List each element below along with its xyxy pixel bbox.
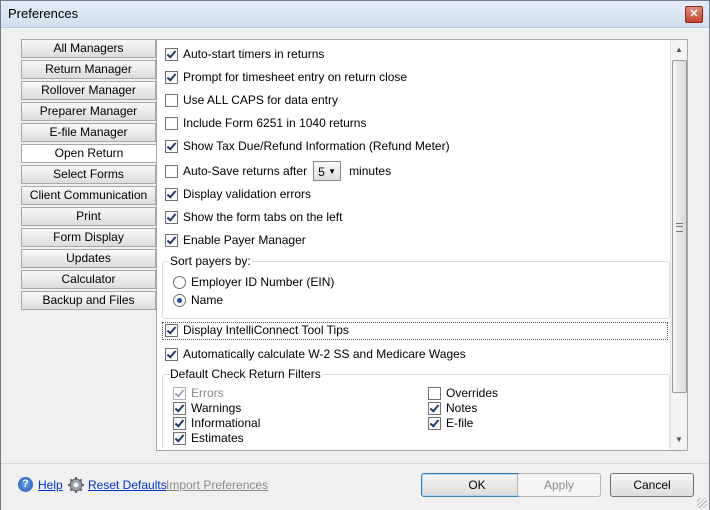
help-icon[interactable]: ? [18, 477, 33, 492]
nav-item-return-manager[interactable]: Return Manager [21, 60, 156, 79]
preferences-nav: All Managers Return Manager Rollover Man… [21, 39, 157, 312]
validation-errors-checkbox[interactable] [165, 187, 178, 201]
close-button[interactable]: ✕ [685, 6, 703, 23]
ein-radio[interactable] [173, 275, 186, 289]
notes-checkbox[interactable] [428, 401, 441, 415]
auto-save-checkbox[interactable] [165, 164, 178, 178]
informational-label: Informational [191, 416, 261, 430]
nav-item-print[interactable]: Print [21, 207, 156, 226]
errors-checkbox [173, 386, 186, 400]
form-6251-label: Include Form 6251 in 1040 returns [183, 116, 367, 130]
form-tabs-left-checkbox[interactable] [165, 210, 178, 224]
chevron-down-icon: ▼ [328, 167, 337, 176]
nav-item-client-communication[interactable]: Client Communication [21, 186, 156, 205]
form-6251-checkbox[interactable] [165, 116, 178, 130]
sort-payers-title: Sort payers by: [169, 254, 252, 268]
auto-start-timers-label: Auto-start timers in returns [183, 47, 325, 61]
option-form-tabs-left[interactable]: Show the form tabs on the left [165, 208, 342, 226]
name-radio[interactable] [173, 293, 186, 307]
validation-errors-label: Display validation errors [183, 187, 312, 201]
apply-button: Apply [517, 473, 601, 497]
warnings-checkbox[interactable] [173, 401, 186, 415]
intelliconnect-tips-label: Display IntelliConnect Tool Tips [183, 323, 349, 337]
refund-meter-checkbox[interactable] [165, 139, 178, 153]
intelliconnect-tips-checkbox[interactable] [165, 323, 178, 337]
sort-option-name[interactable]: Name [173, 291, 223, 309]
prompt-timesheet-checkbox[interactable] [165, 70, 178, 84]
help-link[interactable]: Help [38, 478, 63, 492]
all-caps-checkbox[interactable] [165, 93, 178, 107]
cancel-button[interactable]: Cancel [610, 473, 694, 497]
nav-item-select-forms[interactable]: Select Forms [21, 165, 156, 184]
form-tabs-left-label: Show the form tabs on the left [183, 210, 343, 224]
filter-efile[interactable]: E-file [428, 414, 473, 432]
efile-checkbox[interactable] [428, 416, 441, 430]
option-w2-wages[interactable]: Automatically calculate W-2 SS and Medic… [165, 345, 466, 363]
sort-option-ein[interactable]: Employer ID Number (EIN) [173, 273, 334, 291]
estimates-checkbox[interactable] [173, 431, 186, 445]
ein-label: Employer ID Number (EIN) [191, 275, 335, 289]
reset-defaults-link[interactable]: Reset Defaults [88, 478, 167, 492]
nav-item-open-return[interactable]: Open Return [21, 144, 157, 163]
nav-item-all-managers[interactable]: All Managers [21, 39, 156, 58]
option-refund-meter[interactable]: Show Tax Due/Refund Information (Refund … [165, 137, 450, 155]
nav-item-updates[interactable]: Updates [21, 249, 156, 268]
errors-label: Errors [191, 386, 224, 400]
gear-icon [68, 477, 84, 493]
option-validation-errors[interactable]: Display validation errors [165, 185, 311, 203]
vertical-scrollbar[interactable]: ▲ ▼ [670, 40, 687, 450]
window-title: Preferences [8, 6, 79, 21]
option-intelliconnect-tips[interactable]: Display IntelliConnect Tool Tips [165, 321, 349, 339]
prompt-timesheet-label: Prompt for timesheet entry on return clo… [183, 70, 408, 84]
all-caps-label: Use ALL CAPS for data entry [183, 93, 338, 107]
filters-title: Default Check Return Filters [169, 367, 322, 381]
nav-item-preparer-manager[interactable]: Preparer Manager [21, 102, 156, 121]
option-all-caps[interactable]: Use ALL CAPS for data entry [165, 91, 338, 109]
nav-item-form-display[interactable]: Form Display [21, 228, 156, 247]
nav-item-efile-manager[interactable]: E-file Manager [21, 123, 156, 142]
title-bar: Preferences ✕ [1, 1, 709, 28]
payer-manager-label: Enable Payer Manager [183, 233, 306, 247]
w2-wages-checkbox[interactable] [165, 347, 178, 361]
name-label: Name [191, 293, 224, 307]
nav-item-calculator[interactable]: Calculator [21, 270, 156, 289]
auto-save-minutes-select[interactable]: 5 ▼ [313, 161, 342, 181]
option-auto-start-timers[interactable]: Auto-start timers in returns [165, 45, 324, 63]
option-payer-manager[interactable]: Enable Payer Manager [165, 231, 306, 249]
open-return-panel: Auto-start timers in returns Prompt for … [156, 39, 688, 451]
preferences-window: Preferences ✕ All Managers Return Manage… [0, 0, 710, 510]
dialog-footer: ? Help Reset Defaults Import Preferences… [1, 463, 709, 510]
informational-checkbox[interactable] [173, 416, 186, 430]
scroll-up-icon[interactable]: ▲ [671, 42, 687, 58]
nav-item-rollover-manager[interactable]: Rollover Manager [21, 81, 156, 100]
resize-grip[interactable] [697, 498, 707, 508]
w2-wages-label: Automatically calculate W-2 SS and Medic… [183, 347, 466, 361]
warnings-label: Warnings [191, 401, 242, 415]
estimates-label: Estimates [191, 431, 244, 445]
overrides-label: Overrides [446, 386, 499, 400]
notes-label: Notes [446, 401, 478, 415]
payer-manager-checkbox[interactable] [165, 233, 178, 247]
option-auto-save[interactable]: Auto-Save returns after 5 ▼ minutes [165, 159, 391, 183]
option-prompt-timesheet[interactable]: Prompt for timesheet entry on return clo… [165, 68, 407, 86]
filter-estimates[interactable]: Estimates [173, 429, 244, 447]
import-preferences-link: Import Preferences [166, 478, 269, 492]
close-icon: ✕ [689, 8, 699, 20]
scroll-thumb[interactable] [672, 60, 687, 393]
auto-start-timers-checkbox[interactable] [165, 47, 178, 61]
overrides-checkbox[interactable] [428, 386, 441, 400]
option-form-6251[interactable]: Include Form 6251 in 1040 returns [165, 114, 366, 132]
refund-meter-label: Show Tax Due/Refund Information (Refund … [183, 139, 450, 153]
scroll-down-icon[interactable]: ▼ [671, 432, 687, 448]
nav-item-backup-and-files[interactable]: Backup and Files [21, 291, 156, 310]
auto-save-minutes-value: 5 [318, 165, 325, 179]
grip-icon [676, 223, 683, 232]
auto-save-suffix: minutes [349, 164, 392, 178]
auto-save-label: Auto-Save returns after [183, 164, 308, 178]
efile-label: E-file [446, 416, 474, 430]
